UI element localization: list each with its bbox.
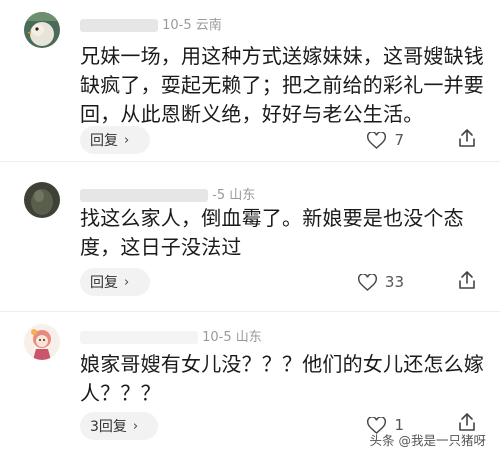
heart-icon: [367, 131, 387, 149]
comment-meta: -5 山东: [80, 184, 255, 203]
comment-item: 10-5 云南 兄妹一场，用这种方式送嫁妹妹，这哥嫂缺钱缺疯了，耍起无赖了；把之…: [0, 0, 500, 160]
comment-meta: 10-5 云南: [80, 14, 222, 33]
share-button[interactable]: [458, 270, 476, 294]
comment-meta: 10-5 山东: [80, 326, 262, 345]
blurred-username: [80, 189, 208, 202]
blurred-username: [80, 331, 198, 344]
chevron-right-icon: ›: [124, 274, 130, 290]
like-button[interactable]: 33: [357, 273, 404, 291]
reply-button[interactable]: 3回复 ›: [80, 412, 158, 440]
share-icon: [459, 129, 475, 147]
heart-icon: [357, 273, 377, 291]
chevron-right-icon: ›: [124, 132, 130, 148]
reply-button[interactable]: 回复 ›: [80, 268, 150, 296]
like-button[interactable]: 7: [367, 131, 404, 149]
watermark: 头条 @我是一只猪呀: [369, 433, 486, 448]
comment-text: 找这么家人，倒血霉了。新娘要是也没个态度，这日子没法过: [80, 206, 464, 259]
comment-text: 兄妹一场，用这种方式送嫁妹妹，这哥嫂缺钱缺疯了，耍起无赖了；把之前给的彩礼一并要…: [80, 44, 484, 126]
reply-label: 3回复: [90, 419, 127, 435]
share-icon: [459, 413, 475, 431]
comment-item: -5 山东 找这么家人，倒血霉了。新娘要是也没个态度，这日子没法过 回复 › 3…: [0, 162, 500, 312]
dark-photo-avatar-icon[interactable]: [24, 182, 60, 218]
like-count: 33: [384, 273, 404, 291]
bird-avatar-icon[interactable]: [24, 12, 60, 48]
reply-label: 回复: [90, 275, 118, 291]
reply-label: 回复: [90, 133, 118, 149]
chevron-right-icon: ›: [132, 418, 139, 434]
share-button[interactable]: [458, 128, 476, 152]
blurred-username: [80, 19, 158, 32]
comment-text: 娘家哥嫂有女儿没？？？他们的女儿还怎么嫁人？？？: [80, 352, 484, 405]
cartoon-avatar-icon[interactable]: [24, 324, 60, 360]
share-icon: [459, 271, 475, 289]
like-count: 7: [394, 131, 404, 149]
reply-button[interactable]: 回复 ›: [80, 126, 150, 154]
